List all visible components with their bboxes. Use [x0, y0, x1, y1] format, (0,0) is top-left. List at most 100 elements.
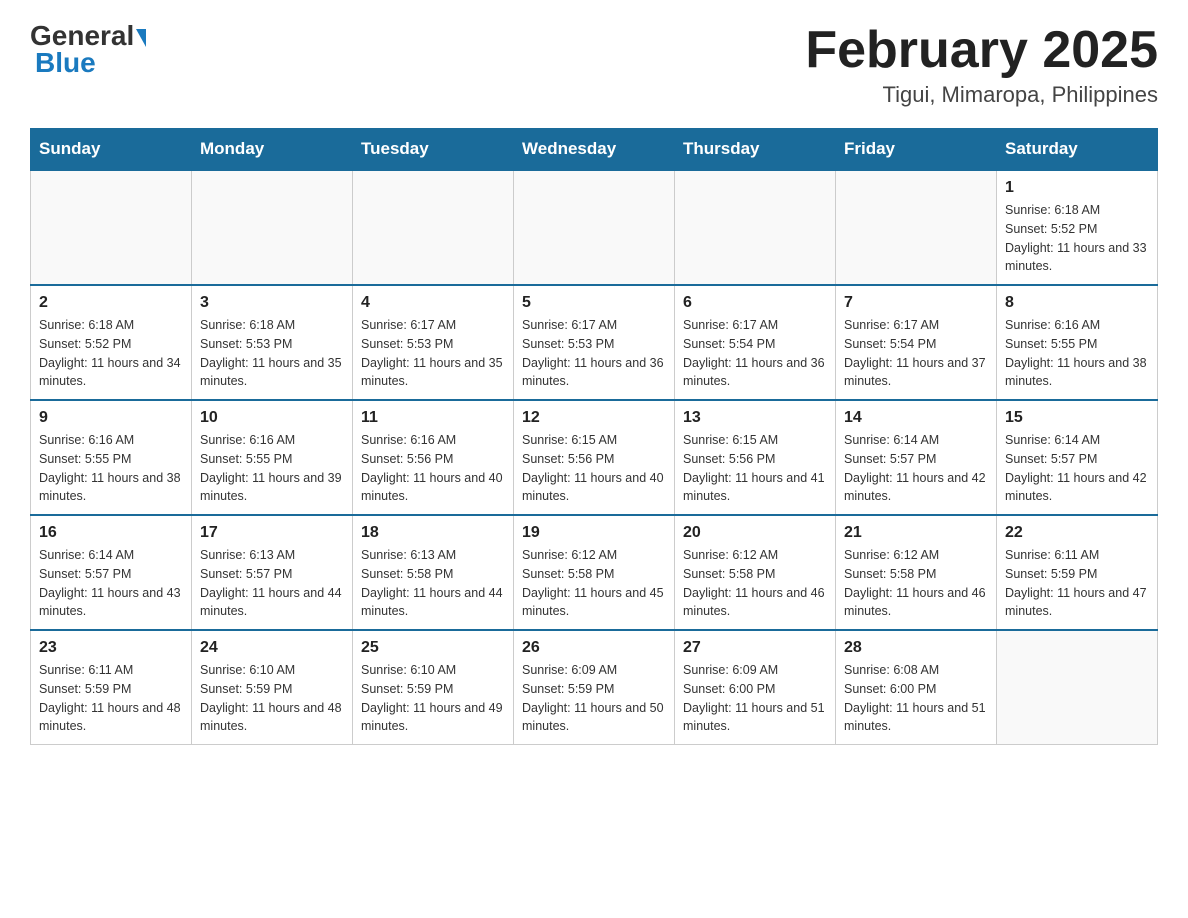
day-info: Sunrise: 6:17 AMSunset: 5:54 PMDaylight:… — [844, 316, 988, 391]
day-cell: 2 Sunrise: 6:18 AMSunset: 5:52 PMDaylight… — [31, 285, 192, 400]
day-info: Sunrise: 6:12 AMSunset: 5:58 PMDaylight:… — [522, 546, 666, 621]
day-info: Sunrise: 6:10 AMSunset: 5:59 PMDaylight:… — [200, 661, 344, 736]
col-saturday: Saturday — [997, 129, 1158, 171]
day-info: Sunrise: 6:16 AMSunset: 5:56 PMDaylight:… — [361, 431, 505, 506]
day-cell: 17 Sunrise: 6:13 AMSunset: 5:57 PMDayligh… — [192, 515, 353, 630]
day-cell: 19 Sunrise: 6:12 AMSunset: 5:58 PMDayligh… — [514, 515, 675, 630]
day-info: Sunrise: 6:12 AMSunset: 5:58 PMDaylight:… — [683, 546, 827, 621]
day-cell: 11 Sunrise: 6:16 AMSunset: 5:56 PMDayligh… — [353, 400, 514, 515]
day-number: 24 — [200, 639, 344, 657]
day-info: Sunrise: 6:16 AMSunset: 5:55 PMDaylight:… — [200, 431, 344, 506]
day-cell — [31, 170, 192, 285]
day-number: 11 — [361, 409, 505, 427]
day-cell: 1 Sunrise: 6:18 AMSunset: 5:52 PMDaylight… — [997, 170, 1158, 285]
day-info: Sunrise: 6:09 AMSunset: 5:59 PMDaylight:… — [522, 661, 666, 736]
day-number: 8 — [1005, 294, 1149, 312]
day-cell — [675, 170, 836, 285]
day-number: 5 — [522, 294, 666, 312]
day-number: 2 — [39, 294, 183, 312]
day-info: Sunrise: 6:17 AMSunset: 5:53 PMDaylight:… — [361, 316, 505, 391]
day-cell: 10 Sunrise: 6:16 AMSunset: 5:55 PMDayligh… — [192, 400, 353, 515]
logo-blue-text: Blue — [35, 47, 96, 79]
day-cell — [836, 170, 997, 285]
day-cell: 5 Sunrise: 6:17 AMSunset: 5:53 PMDaylight… — [514, 285, 675, 400]
day-cell — [997, 630, 1158, 745]
day-cell — [192, 170, 353, 285]
day-cell: 3 Sunrise: 6:18 AMSunset: 5:53 PMDaylight… — [192, 285, 353, 400]
day-cell: 20 Sunrise: 6:12 AMSunset: 5:58 PMDayligh… — [675, 515, 836, 630]
day-number: 13 — [683, 409, 827, 427]
day-number: 28 — [844, 639, 988, 657]
day-info: Sunrise: 6:15 AMSunset: 5:56 PMDaylight:… — [522, 431, 666, 506]
day-info: Sunrise: 6:11 AMSunset: 5:59 PMDaylight:… — [1005, 546, 1149, 621]
day-number: 16 — [39, 524, 183, 542]
day-number: 6 — [683, 294, 827, 312]
day-number: 20 — [683, 524, 827, 542]
day-info: Sunrise: 6:13 AMSunset: 5:58 PMDaylight:… — [361, 546, 505, 621]
day-cell: 24 Sunrise: 6:10 AMSunset: 5:59 PMDayligh… — [192, 630, 353, 745]
day-cell: 28 Sunrise: 6:08 AMSunset: 6:00 PMDayligh… — [836, 630, 997, 745]
day-info: Sunrise: 6:16 AMSunset: 5:55 PMDaylight:… — [39, 431, 183, 506]
col-friday: Friday — [836, 129, 997, 171]
day-info: Sunrise: 6:14 AMSunset: 5:57 PMDaylight:… — [39, 546, 183, 621]
day-cell: 15 Sunrise: 6:14 AMSunset: 5:57 PMDayligh… — [997, 400, 1158, 515]
day-cell — [353, 170, 514, 285]
day-number: 10 — [200, 409, 344, 427]
col-monday: Monday — [192, 129, 353, 171]
day-number: 23 — [39, 639, 183, 657]
day-number: 21 — [844, 524, 988, 542]
week-row-2: 2 Sunrise: 6:18 AMSunset: 5:52 PMDaylight… — [31, 285, 1158, 400]
logo: General Blue — [30, 20, 146, 79]
day-number: 27 — [683, 639, 827, 657]
day-number: 14 — [844, 409, 988, 427]
day-number: 4 — [361, 294, 505, 312]
day-number: 3 — [200, 294, 344, 312]
day-number: 12 — [522, 409, 666, 427]
day-info: Sunrise: 6:13 AMSunset: 5:57 PMDaylight:… — [200, 546, 344, 621]
col-thursday: Thursday — [675, 129, 836, 171]
day-cell: 7 Sunrise: 6:17 AMSunset: 5:54 PMDaylight… — [836, 285, 997, 400]
day-number: 25 — [361, 639, 505, 657]
col-sunday: Sunday — [31, 129, 192, 171]
day-cell: 16 Sunrise: 6:14 AMSunset: 5:57 PMDayligh… — [31, 515, 192, 630]
day-number: 7 — [844, 294, 988, 312]
location-text: Tigui, Mimaropa, Philippines — [805, 82, 1158, 108]
day-number: 19 — [522, 524, 666, 542]
week-row-1: 1 Sunrise: 6:18 AMSunset: 5:52 PMDaylight… — [31, 170, 1158, 285]
day-cell: 25 Sunrise: 6:10 AMSunset: 5:59 PMDayligh… — [353, 630, 514, 745]
day-cell: 26Sunrise: 6:09 AMSunset: 5:59 PMDayligh… — [514, 630, 675, 745]
day-info: Sunrise: 6:14 AMSunset: 5:57 PMDaylight:… — [844, 431, 988, 506]
day-cell: 6 Sunrise: 6:17 AMSunset: 5:54 PMDaylight… — [675, 285, 836, 400]
day-cell: 13 Sunrise: 6:15 AMSunset: 5:56 PMDayligh… — [675, 400, 836, 515]
logo-triangle-icon — [136, 29, 146, 47]
page-header: General Blue February 2025 Tigui, Mimaro… — [30, 20, 1158, 108]
day-info: Sunrise: 6:10 AMSunset: 5:59 PMDaylight:… — [361, 661, 505, 736]
month-title: February 2025 — [805, 20, 1158, 80]
week-row-5: 23 Sunrise: 6:11 AMSunset: 5:59 PMDayligh… — [31, 630, 1158, 745]
day-info: Sunrise: 6:17 AMSunset: 5:54 PMDaylight:… — [683, 316, 827, 391]
day-info: Sunrise: 6:14 AMSunset: 5:57 PMDaylight:… — [1005, 431, 1149, 506]
title-block: February 2025 Tigui, Mimaropa, Philippin… — [805, 20, 1158, 108]
day-cell: 4 Sunrise: 6:17 AMSunset: 5:53 PMDaylight… — [353, 285, 514, 400]
day-number: 9 — [39, 409, 183, 427]
day-info: Sunrise: 6:17 AMSunset: 5:53 PMDaylight:… — [522, 316, 666, 391]
day-cell: 12 Sunrise: 6:15 AMSunset: 5:56 PMDayligh… — [514, 400, 675, 515]
day-info: Sunrise: 6:11 AMSunset: 5:59 PMDaylight:… — [39, 661, 183, 736]
day-info: Sunrise: 6:18 AMSunset: 5:52 PMDaylight:… — [39, 316, 183, 391]
calendar-header-row: Sunday Monday Tuesday Wednesday Thursday… — [31, 129, 1158, 171]
day-cell: 8 Sunrise: 6:16 AMSunset: 5:55 PMDaylight… — [997, 285, 1158, 400]
day-info: Sunrise: 6:08 AMSunset: 6:00 PMDaylight:… — [844, 661, 988, 736]
day-info: Sunrise: 6:18 AMSunset: 5:53 PMDaylight:… — [200, 316, 344, 391]
day-number: 1 — [1005, 179, 1149, 197]
day-number: 15 — [1005, 409, 1149, 427]
week-row-4: 16 Sunrise: 6:14 AMSunset: 5:57 PMDayligh… — [31, 515, 1158, 630]
day-number: 18 — [361, 524, 505, 542]
day-info: Sunrise: 6:15 AMSunset: 5:56 PMDaylight:… — [683, 431, 827, 506]
day-info: Sunrise: 6:12 AMSunset: 5:58 PMDaylight:… — [844, 546, 988, 621]
day-cell: 22Sunrise: 6:11 AMSunset: 5:59 PMDayligh… — [997, 515, 1158, 630]
day-cell: 21 Sunrise: 6:12 AMSunset: 5:58 PMDayligh… — [836, 515, 997, 630]
col-wednesday: Wednesday — [514, 129, 675, 171]
day-number: 17 — [200, 524, 344, 542]
day-info: Sunrise: 6:16 AMSunset: 5:55 PMDaylight:… — [1005, 316, 1149, 391]
day-info: Sunrise: 6:18 AMSunset: 5:52 PMDaylight:… — [1005, 201, 1149, 276]
